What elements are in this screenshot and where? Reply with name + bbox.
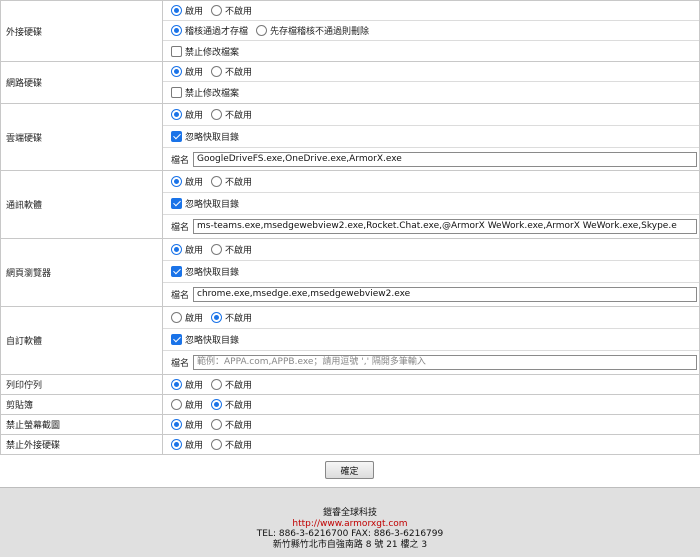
footer-contact: TEL: 886-3-6216700 FAX: 886-3-6216799 (256, 529, 444, 539)
block-external-drive-enable-radio[interactable] (171, 439, 182, 450)
external-drive-disable-radio[interactable] (211, 5, 223, 16)
block-screenshot-enable-group: 啟用 不啟用 (163, 415, 699, 434)
save-then-delete-radio[interactable] (256, 25, 268, 36)
network-drive-label: 網路硬碟 (0, 61, 163, 104)
footer-url[interactable]: http://www.armorxgt.com (0, 519, 700, 530)
print-queue-disable-radio[interactable] (211, 379, 223, 390)
external-drive-enable-radio[interactable] (171, 5, 182, 16)
custom-software-ignore-cache-checkbox[interactable] (171, 334, 182, 345)
messaging-filenames-input[interactable]: ms-teams.exe,msedgewebview2.exe,Rocket.C… (193, 219, 698, 234)
browser-enable-radio[interactable] (171, 244, 182, 255)
custom-software-filenames-input[interactable]: 範例：APPA.com,APPB.exe；請用逗號 ',' 隔開多筆輸入 (193, 355, 698, 370)
browser-filenames: 檔名 chrome.exe,msedge.exe,msedgewebview2.… (163, 283, 699, 306)
cloud-drive-disable-radio[interactable] (211, 109, 223, 120)
block-screenshot-label: 禁止螢幕截圖 (0, 414, 163, 435)
clipboard-enable-group: 啟用 不啟用 (163, 395, 699, 414)
custom-software-label: 自訂軟體 (0, 306, 163, 375)
block-external-drive-row: 禁止外接硬碟 啟用 不啟用 (0, 434, 700, 455)
browser-ignore-cache-checkbox[interactable] (171, 266, 182, 277)
browser-filenames-input[interactable]: chrome.exe,msedge.exe,msedgewebview2.exe (193, 287, 698, 302)
network-drive-row: 網路硬碟 啟用 不啟用 禁止修改檔案 (0, 61, 700, 104)
external-drive-enable-group: 啟用 不啟用 (163, 1, 699, 21)
messaging-ignore-cache-checkbox[interactable] (171, 198, 182, 209)
messaging-disable-radio[interactable] (211, 176, 223, 187)
clipboard-row: 剪貼簿 啟用 不啟用 (0, 394, 700, 415)
external-drive-audit-mode-group: 稽核通過才存檔 先存檔稽核不通過則刪除 (163, 21, 699, 41)
cloud-drive-ignore-cache: 忽略快取目錄 (163, 126, 699, 148)
external-drive-label: 外接硬碟 (0, 0, 163, 62)
block-external-drive-enable-group: 啟用 不啟用 (163, 435, 699, 454)
cloud-drive-ignore-cache-checkbox[interactable] (171, 131, 182, 142)
block-external-drive-label: 禁止外接硬碟 (0, 434, 163, 455)
external-drive-no-modify-checkbox[interactable] (171, 45, 182, 57)
network-drive-no-modify-checkbox[interactable] (171, 87, 182, 98)
clipboard-enable-radio[interactable] (171, 399, 182, 410)
ok-button[interactable]: 確定 (325, 461, 374, 479)
print-queue-enable-radio[interactable] (171, 379, 182, 390)
cloud-drive-enable-group: 啟用 不啟用 (163, 104, 699, 126)
block-screenshot-row: 禁止螢幕截圖 啟用 不啟用 (0, 414, 700, 435)
browser-ignore-cache: 忽略快取目錄 (163, 261, 699, 283)
browser-disable-radio[interactable] (211, 244, 223, 255)
external-drive-row: 外接硬碟 啟用 不啟用 稽核通過才存檔 先存檔稽核不通過則刪除 禁止修改檔案 (0, 0, 700, 62)
cloud-drive-filenames: 檔名 GoogleDriveFS.exe,OneDrive.exe,ArmorX… (163, 148, 699, 170)
network-drive-disable-radio[interactable] (211, 66, 223, 77)
print-queue-enable-group: 啟用 不啟用 (163, 375, 699, 394)
messaging-enable-group: 啟用 不啟用 (163, 171, 699, 193)
custom-software-row: 自訂軟體 啟用 不啟用 忽略快取目錄 檔名 範例：APPA.com,APPB.e… (0, 306, 700, 375)
settings-table: 外接硬碟 啟用 不啟用 稽核通過才存檔 先存檔稽核不通過則刪除 禁止修改檔案 網… (0, 0, 700, 455)
cloud-drive-label: 雲端硬碟 (0, 103, 163, 171)
custom-software-ignore-cache: 忽略快取目錄 (163, 329, 699, 351)
block-screenshot-enable-radio[interactable] (171, 419, 182, 430)
messaging-label: 通訊軟體 (0, 170, 163, 239)
custom-software-disable-radio[interactable] (211, 312, 223, 323)
messaging-enable-radio[interactable] (171, 176, 182, 187)
clipboard-disable-radio[interactable] (211, 399, 223, 410)
network-drive-enable-group: 啟用 不啟用 (163, 62, 699, 82)
cloud-drive-filenames-input[interactable]: GoogleDriveFS.exe,OneDrive.exe,ArmorX.ex… (193, 151, 698, 167)
cloud-drive-enable-radio[interactable] (171, 109, 182, 120)
custom-software-filenames: 檔名 範例：APPA.com,APPB.exe；請用逗號 ',' 隔開多筆輸入 (163, 351, 699, 374)
external-drive-no-modify: 禁止修改檔案 (163, 41, 699, 61)
footer: 鎧睿全球科技 http://www.armorxgt.com TEL: 886-… (0, 487, 700, 557)
network-drive-enable-radio[interactable] (171, 66, 182, 77)
print-queue-row: 列印佇列 啟用 不啟用 (0, 374, 700, 395)
footer-company: 鎧睿全球科技 (322, 508, 377, 518)
browser-label: 網頁瀏覽器 (0, 238, 163, 307)
clipboard-label: 剪貼簿 (0, 394, 163, 415)
messaging-filenames: 檔名 ms-teams.exe,msedgewebview2.exe,Rocke… (163, 215, 699, 238)
messaging-ignore-cache: 忽略快取目錄 (163, 193, 699, 215)
custom-software-enable-group: 啟用 不啟用 (163, 307, 699, 329)
cloud-drive-row: 雲端硬碟 啟用 不啟用 忽略快取目錄 檔名 GoogleDriveFS.exe,… (0, 103, 700, 171)
messaging-row: 通訊軟體 啟用 不啟用 忽略快取目錄 檔名 ms-teams.exe,msedg… (0, 170, 700, 239)
print-queue-label: 列印佇列 (0, 374, 163, 395)
network-drive-no-modify: 禁止修改檔案 (163, 82, 699, 103)
browser-row: 網頁瀏覽器 啟用 不啟用 忽略快取目錄 檔名 chrome.exe,msedge… (0, 238, 700, 307)
footer-address: 新竹縣竹北市自強南路 8 號 21 樓之 3 (272, 539, 428, 550)
block-screenshot-disable-radio[interactable] (211, 419, 223, 430)
browser-enable-group: 啟用 不啟用 (163, 239, 699, 261)
audit-before-save-radio[interactable] (171, 25, 182, 36)
block-external-drive-disable-radio[interactable] (211, 439, 223, 450)
custom-software-enable-radio[interactable] (171, 312, 182, 323)
